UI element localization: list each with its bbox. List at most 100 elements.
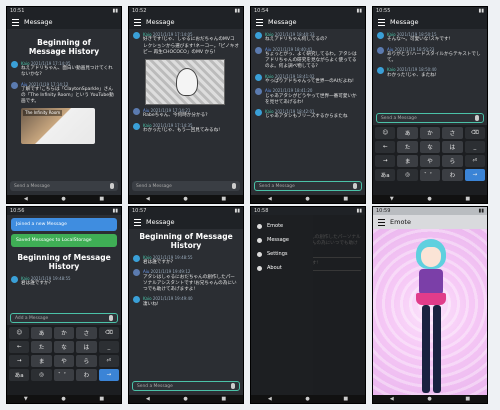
avatar [11,275,18,283]
keyboard-key[interactable]: な [419,141,441,153]
keyboard-key[interactable]: ← [375,141,396,153]
keyboard-key[interactable]: た [31,341,52,353]
menu-icon[interactable] [134,18,141,26]
keyboard-key[interactable]: さ [442,127,463,139]
mic-icon[interactable] [353,183,357,189]
home-icon[interactable]: ● [427,196,431,202]
home-icon[interactable]: ● [183,196,187,202]
menu-icon[interactable] [378,18,385,26]
recents-icon[interactable]: ■ [465,196,470,202]
backspace-key[interactable]: ⌫ [98,327,120,339]
keyboard-key[interactable]: な [53,341,75,353]
home-icon[interactable]: ● [427,396,431,402]
keyboard-key[interactable]: ら [76,355,97,367]
status-bar: 10:59 ▮▮ [373,207,487,215]
keyboard-key[interactable]: は [442,141,463,153]
mic-icon[interactable] [110,183,114,189]
enter-key[interactable]: ⏎ [98,355,120,367]
back-icon[interactable]: ▼ [24,396,28,402]
keyboard-key[interactable]: あa [375,169,396,181]
home-icon[interactable]: ● [183,396,187,402]
message-input[interactable]: Add a Message [10,313,118,323]
back-icon[interactable]: ◀ [146,196,150,202]
message-input[interactable]: Send a Message [132,381,240,391]
phone-2: 10:52 ▮▮ Message Kaio 2021/1/19 17:14:05 … [128,6,244,204]
keyboard-key[interactable]: わ [442,169,463,181]
manga-image[interactable] [145,58,225,105]
keyboard-key[interactable]: ゛゜ [53,369,75,381]
message-input[interactable]: Send a Message [254,181,362,191]
home-icon[interactable]: ● [61,396,65,402]
keyboard-key[interactable]: ☺ [375,127,396,139]
drawer-item-about[interactable]: About [251,261,313,275]
recents-icon[interactable]: ■ [99,396,104,402]
drawer-item-settings[interactable]: Settings [251,247,313,261]
keyboard-key[interactable]: あa [9,369,30,381]
globe-icon[interactable]: ◎ [397,169,418,181]
back-icon[interactable]: ◀ [268,196,272,202]
backspace-key[interactable]: ⌫ [464,127,486,139]
keyboard-key[interactable]: あ [31,327,52,339]
message-input[interactable]: Send a Message [132,181,240,191]
keyboard-key[interactable]: ← [9,341,30,353]
keyboard-key[interactable]: か [53,327,75,339]
keyboard-key[interactable]: わ [76,369,97,381]
anime-character-model[interactable] [411,239,451,397]
globe-icon[interactable]: ◎ [31,369,52,381]
back-icon[interactable]: ◀ [146,396,150,402]
keyboard-key[interactable]: → [9,355,30,367]
info-icon [257,265,262,271]
space-key[interactable]: _ [464,141,486,153]
back-icon[interactable]: ◀ [390,396,394,402]
keyboard-key[interactable]: さ [76,327,97,339]
enter-key[interactable]: ⏎ [464,155,486,167]
go-key[interactable]: → [464,169,486,181]
mic-icon[interactable] [232,183,236,189]
back-icon[interactable]: ◀ [268,396,272,402]
status-bar: 10:57 ▮▮ [129,207,243,215]
keyboard-key[interactable]: ゛゜ [419,169,441,181]
send-icon [257,237,262,243]
message-input[interactable]: Send a Message [10,181,118,191]
recents-icon[interactable]: ■ [221,396,226,402]
home-icon[interactable]: ● [305,396,309,402]
message-text: ねえアドリちゃん、面白い動画見つけてくれないかな? [21,66,113,78]
recents-icon[interactable]: ■ [465,396,470,402]
menu-icon[interactable] [134,218,141,226]
keyboard-key[interactable]: か [419,127,441,139]
message-input[interactable]: Send a Message [376,113,484,123]
video-thumbnail[interactable]: The Infinity Room [21,108,95,145]
keyboard-key[interactable]: や [419,155,441,167]
recents-icon[interactable]: ■ [343,396,348,402]
mic-icon[interactable] [109,315,113,321]
keyboard-key[interactable]: あ [397,127,418,139]
keyboard-key[interactable]: や [53,355,75,367]
back-icon[interactable]: ▼ [390,196,394,202]
screenshot-grid: 10:51 ▮▮ Message Beginning of Message His… [0,0,500,410]
keyboard-key[interactable]: ら [442,155,463,167]
menu-icon[interactable] [378,218,385,226]
drawer-item-message[interactable]: Message [251,233,313,247]
drawer-item-emote[interactable]: Emote [251,219,313,233]
go-key[interactable]: → [98,369,120,381]
keyboard-key[interactable]: ☺ [9,327,30,339]
mic-icon[interactable] [475,115,479,121]
mic-icon[interactable] [231,383,235,389]
app-bar: Message [373,15,487,29]
keyboard-key[interactable]: は [76,341,97,353]
home-icon[interactable]: ● [305,196,309,202]
space-key[interactable]: _ [98,341,120,353]
recents-icon[interactable]: ■ [221,196,226,202]
keyboard-key[interactable]: ま [31,355,52,367]
app-bar: Message [129,15,243,29]
recents-icon[interactable]: ■ [99,196,104,202]
keyboard-key[interactable]: ま [397,155,418,167]
recents-icon[interactable]: ■ [343,196,348,202]
list-item: Kaio 2021/1/19 17:14:05 好きです!じゃ、しゃるにおだちゃ… [133,32,239,56]
menu-icon[interactable] [12,18,19,26]
menu-icon[interactable] [256,18,263,26]
keyboard-key[interactable]: た [397,141,418,153]
home-icon[interactable]: ● [61,196,65,202]
keyboard-key[interactable]: → [375,155,396,167]
back-icon[interactable]: ◀ [24,196,28,202]
